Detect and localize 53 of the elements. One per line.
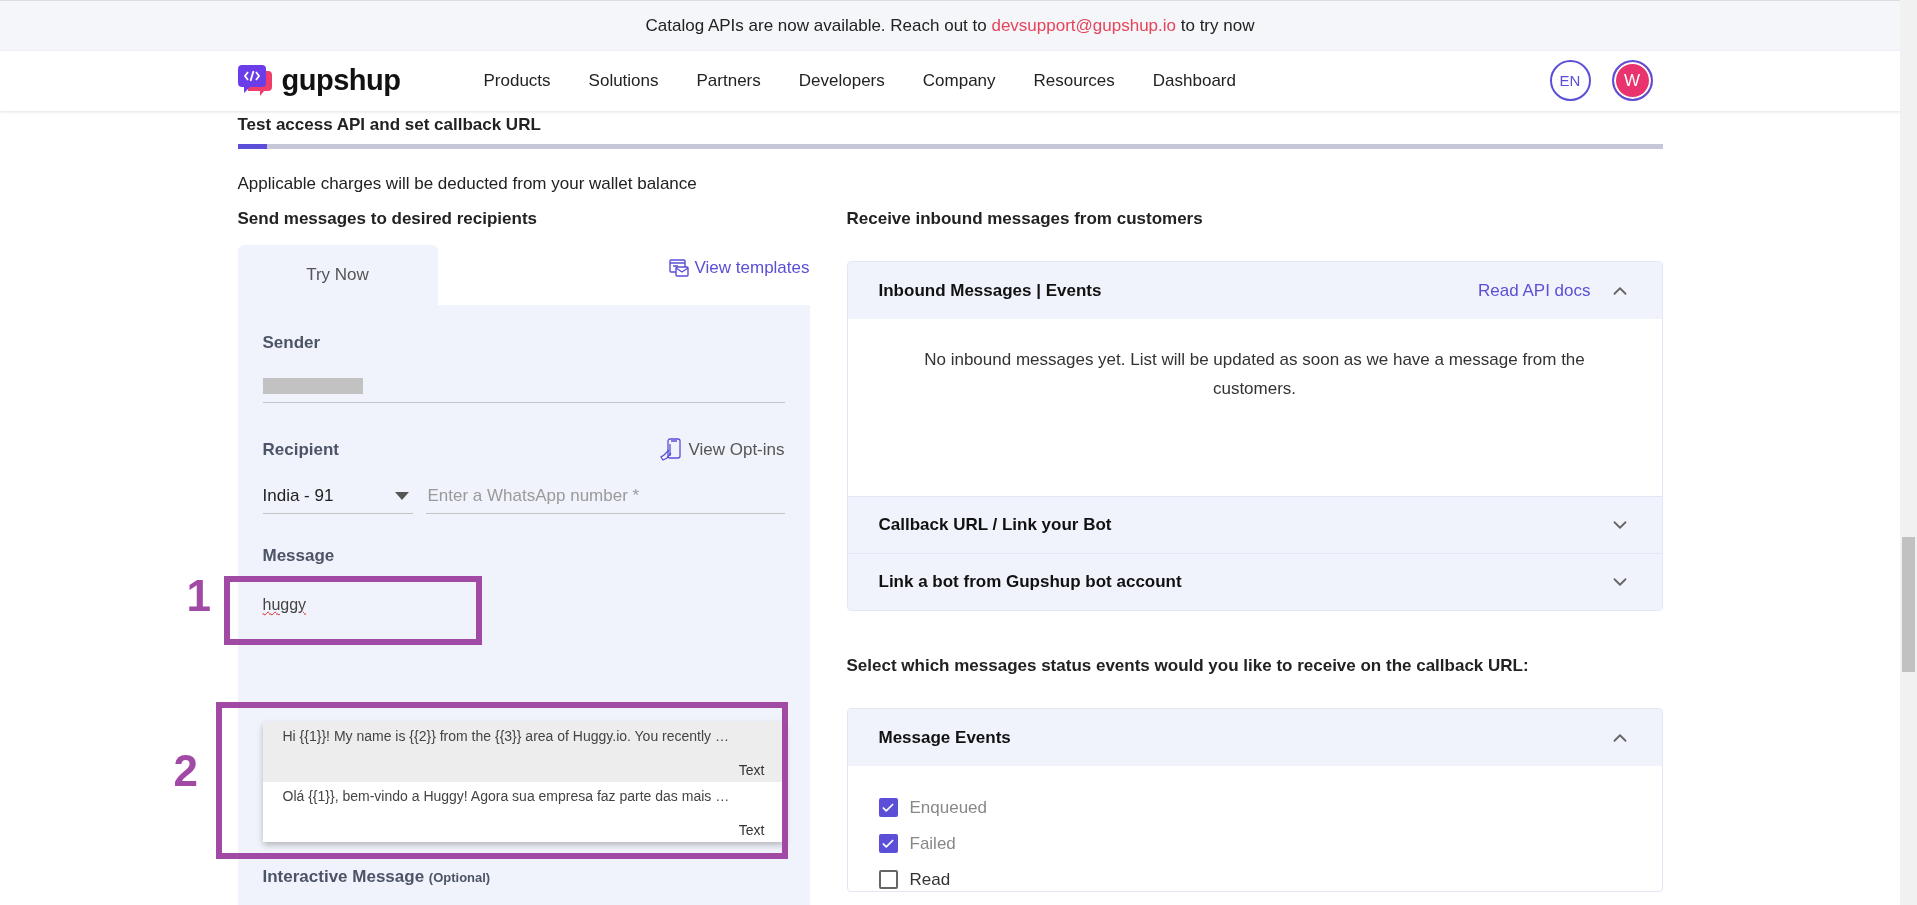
view-templates-link[interactable]: View templates	[668, 258, 810, 278]
tab[interactable]: Try Now	[237, 245, 438, 305]
checkbox[interactable]	[878, 870, 898, 889]
nav-link[interactable]: Partners	[696, 70, 761, 91]
section-heading: Send messages to desired recipients	[237, 208, 538, 230]
accordion-header[interactable]: Link a bot from Gupshup bot account	[847, 553, 1662, 610]
annotation-number: 1	[186, 574, 211, 618]
caret-icon	[394, 491, 409, 500]
notice-text: Applicable charges will be deducted from your wallet balance	[237, 174, 698, 195]
view-opt-ins-link[interactable]: View Opt-ins	[660, 438, 785, 462]
user-avatar[interactable]: W	[1611, 60, 1653, 102]
field-label: Message	[262, 545, 336, 567]
annotation-number: 2	[173, 749, 198, 793]
phone-hand-icon	[660, 438, 683, 462]
interactive-message-label: Interactive Message (Optional)	[262, 867, 492, 887]
field-label: Sender	[262, 332, 322, 354]
page-title: Test access API and set callback URL	[237, 115, 542, 136]
accordion-header[interactable]: Message Events	[847, 709, 1662, 766]
nav-link[interactable]: Company	[922, 70, 996, 91]
checkbox-label: Read	[909, 869, 951, 890]
section-heading: Receive inbound messages from customers	[846, 208, 1204, 230]
country-select[interactable]: India - 91	[262, 478, 413, 514]
suggestion-item[interactable]: Olá {{1}}, bem-vindo a Huggy! Agora sua empresa faz parte das mais … Text	[262, 782, 785, 842]
suggestion-type: Text	[738, 762, 765, 778]
logo-wordmark[interactable]: gupshup	[281, 64, 401, 98]
accordion-title: Callback URL / Link your Bot	[878, 515, 1113, 535]
field-label: Recipient	[262, 439, 340, 461]
announcement-text: Catalog APIs are now available. Reach out to devsupport@gupshup.io to try now	[645, 15, 1255, 36]
checkbox-label: Enqueued	[909, 797, 988, 818]
templates-icon	[668, 259, 689, 277]
language-button[interactable]: EN	[1549, 60, 1591, 102]
checkbox-label: Failed	[909, 833, 956, 854]
email-link[interactable]: devsupport@gupshup.io	[991, 15, 1176, 35]
accordion-title: Message Events	[878, 727, 1012, 748]
nav-link[interactable]: Products	[483, 70, 551, 91]
suggestion-item[interactable]: Hi {{1}}! My name is {{2}} from the {{3}} area of Huggy.io. You recently … Text	[262, 722, 785, 782]
nav-link[interactable]: Dashboard	[1152, 70, 1236, 91]
accordion-header[interactable]: Inbound Messages | Events Read API docs	[847, 262, 1662, 319]
accordion-title: Inbound Messages | Events	[878, 280, 1103, 301]
section-heading: Select which messages status events would you like to receive on the callback URL:	[846, 655, 1530, 677]
message-input-text[interactable]: huggy	[262, 596, 307, 614]
accordion-header[interactable]: Callback URL / Link your Bot	[847, 496, 1662, 553]
suggestion-text: Hi {{1}}! My name is {{2}} from the {{3}} area of Huggy.io. You recently …	[282, 728, 730, 744]
nav-link[interactable]: Resources	[1033, 70, 1115, 91]
empty-state-text: No inbound messages yet. List will be updated as soon as we have a message from the customers.	[923, 349, 1586, 400]
suggestion-text: Olá {{1}}, bem-vindo a Huggy! Agora sua empresa faz parte das mais …	[282, 788, 731, 804]
suggestion-type: Text	[738, 822, 765, 838]
scrollbar[interactable]	[1900, 0, 1917, 905]
accordion-title: Link a bot from Gupshup bot account	[878, 572, 1183, 592]
api-docs-link[interactable]: Read API docs	[1478, 280, 1591, 301]
phone-number-input[interactable]: Enter a WhatsApp number *	[425, 478, 785, 514]
nav-link[interactable]: Solutions	[588, 70, 659, 91]
nav-link[interactable]: Developers	[798, 70, 885, 91]
